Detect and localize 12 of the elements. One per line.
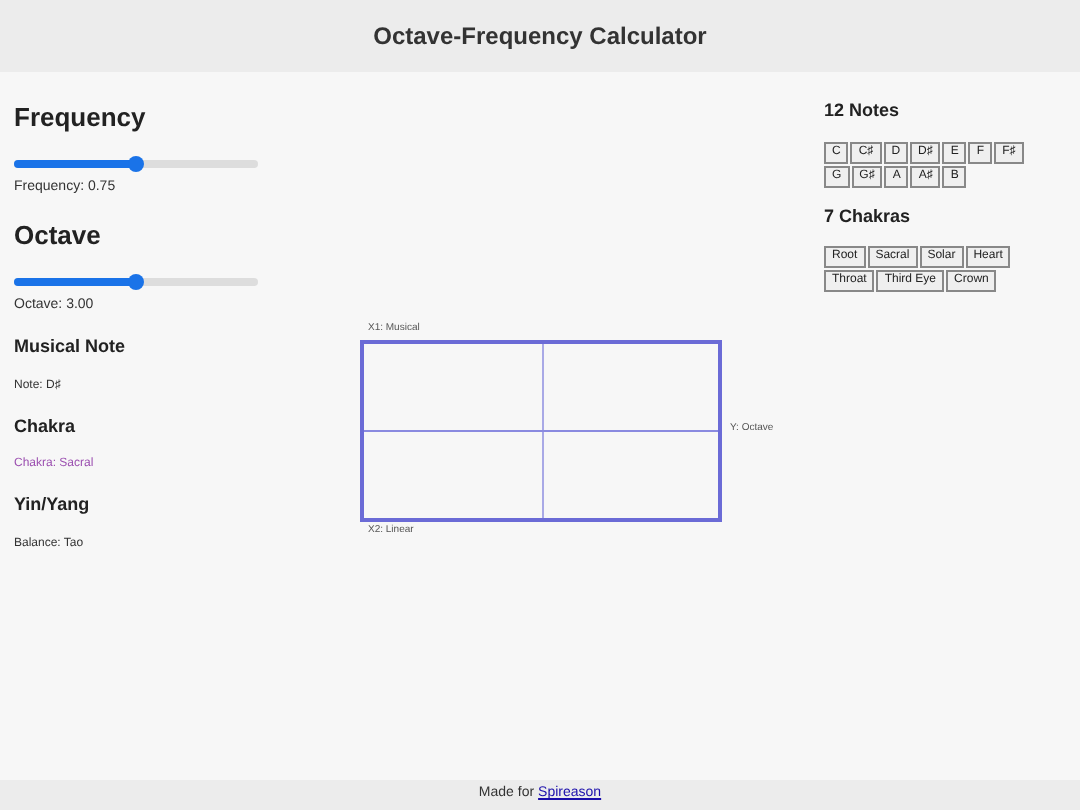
section-heading: Musical Note <box>14 334 128 360</box>
section-heading: Chakra <box>14 413 78 439</box>
section-heading: Frequency <box>14 100 148 136</box>
page-title: Octave-Frequency Calculator <box>373 20 707 54</box>
slider[interactable] <box>14 271 258 291</box>
slider-thumb[interactable] <box>128 273 144 289</box>
slider[interactable] <box>14 153 258 173</box>
section-heading: Octave <box>14 218 103 254</box>
section-heading: 7 Chakras <box>824 203 913 229</box>
section-heading: 12 Notes <box>824 98 902 124</box>
slider-thumb[interactable] <box>128 155 144 171</box>
section-heading: Yin/Yang <box>14 492 92 518</box>
